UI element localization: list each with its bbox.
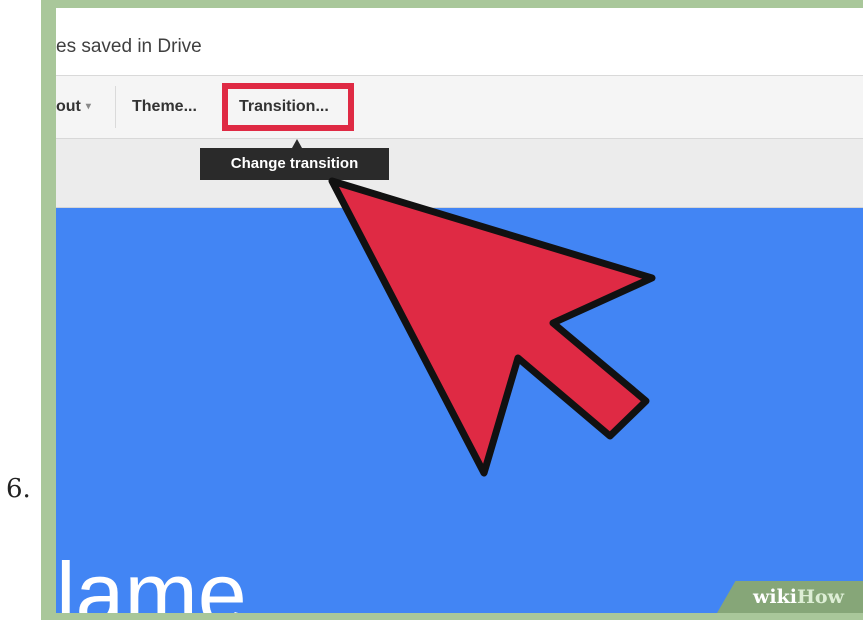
transition-highlight-box: [222, 83, 354, 131]
slide-title-text: lame: [56, 544, 247, 614]
watermark-text: wikiHow: [753, 586, 844, 608]
arrow-shape: [328, 177, 656, 477]
doc-status-bar: es saved in Drive: [56, 8, 863, 76]
tooltip-pointer: [292, 139, 302, 148]
toolbar-divider: [115, 86, 116, 128]
save-status: es saved in Drive: [56, 36, 202, 57]
theme-button[interactable]: Theme...: [132, 98, 197, 116]
chevron-down-icon: ▾: [85, 101, 91, 112]
layout-menu-button[interactable]: out ▾: [56, 98, 91, 116]
step-number: 6.: [6, 474, 31, 504]
toolbar: out ▾ Theme... Transition...: [56, 76, 863, 139]
watermark-how: How: [796, 586, 844, 608]
red-arrow-pointer-icon: [328, 177, 656, 477]
watermark-wiki: wiki: [753, 586, 797, 608]
screenshot-frame: es saved in Drive out ▾ Theme... Transiti…: [41, 0, 863, 620]
layout-menu-label: out: [56, 98, 81, 115]
wikihow-watermark: wikiHow: [717, 581, 863, 613]
slides-editor: es saved in Drive out ▾ Theme... Transiti…: [56, 8, 863, 613]
